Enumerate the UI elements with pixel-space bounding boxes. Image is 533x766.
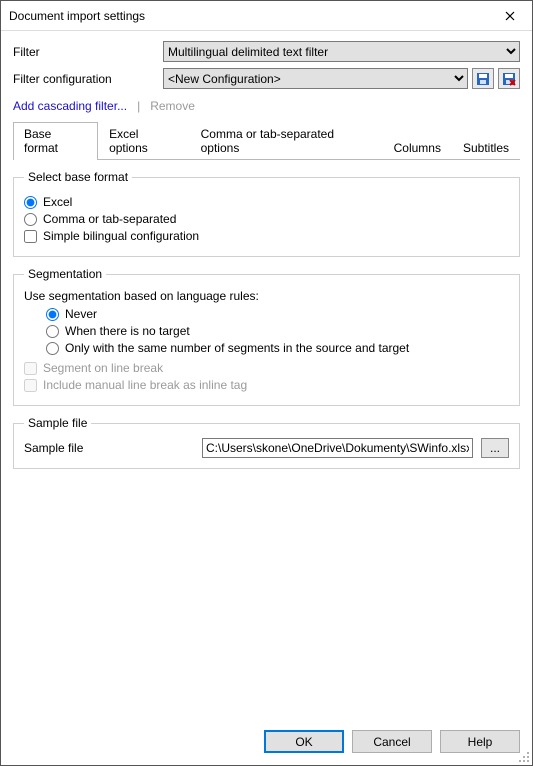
- link-separator: |: [137, 99, 140, 113]
- checkbox-inline-tag-label: Include manual line break as inline tag: [43, 378, 247, 392]
- add-cascading-filter-link[interactable]: Add cascading filter...: [13, 99, 127, 113]
- sample-file-label: Sample file: [24, 441, 194, 455]
- radio-comma[interactable]: [24, 213, 37, 226]
- close-button[interactable]: [488, 1, 532, 31]
- checkbox-simple-bilingual-row[interactable]: Simple bilingual configuration: [24, 229, 509, 243]
- checkbox-seg-linebreak-row: Segment on line break: [24, 361, 509, 375]
- save-config-button[interactable]: [472, 68, 494, 89]
- radio-same-segments-label: Only with the same number of segments in…: [65, 341, 409, 355]
- radio-comma-row[interactable]: Comma or tab-separated: [24, 212, 509, 226]
- browse-button-label: ...: [490, 441, 500, 455]
- radio-excel[interactable]: [24, 196, 37, 209]
- filter-config-label: Filter configuration: [13, 72, 163, 86]
- checkbox-inline-tag: [24, 379, 37, 392]
- sample-file-legend: Sample file: [24, 416, 91, 430]
- checkbox-inline-tag-row: Include manual line break as inline tag: [24, 378, 509, 392]
- radio-comma-label: Comma or tab-separated: [43, 212, 176, 226]
- base-format-fieldset: Select base format Excel Comma or tab-se…: [13, 170, 520, 257]
- close-icon: [505, 11, 515, 21]
- base-format-legend: Select base format: [24, 170, 132, 184]
- checkbox-seg-linebreak-label: Segment on line break: [43, 361, 163, 375]
- tabs: Base format Excel options Comma or tab-s…: [13, 121, 520, 160]
- filter-config-combo[interactable]: <New Configuration>: [163, 68, 468, 89]
- checkbox-simple-bilingual-label: Simple bilingual configuration: [43, 229, 199, 243]
- tab-base-format[interactable]: Base format: [13, 122, 98, 160]
- radio-no-target-label: When there is no target: [65, 324, 190, 338]
- radio-never-label: Never: [65, 307, 97, 321]
- segmentation-fieldset: Segmentation Use segmentation based on l…: [13, 267, 520, 406]
- radio-never-row[interactable]: Never: [46, 307, 509, 321]
- window-title: Document import settings: [9, 9, 488, 23]
- tab-comma-tab-options[interactable]: Comma or tab-separated options: [190, 122, 383, 160]
- checkbox-seg-linebreak: [24, 362, 37, 375]
- delete-config-button[interactable]: [498, 68, 520, 89]
- sample-file-fieldset: Sample file Sample file ...: [13, 416, 520, 469]
- filter-config-row: Filter configuration <New Configuration>: [13, 68, 520, 89]
- radio-no-target-row[interactable]: When there is no target: [46, 324, 509, 338]
- sample-file-input[interactable]: [202, 438, 473, 458]
- radio-excel-row[interactable]: Excel: [24, 195, 509, 209]
- tab-subtitles[interactable]: Subtitles: [452, 136, 520, 160]
- radio-excel-label: Excel: [43, 195, 72, 209]
- browse-button[interactable]: ...: [481, 438, 509, 458]
- remove-cascading-filter-link: Remove: [150, 99, 195, 113]
- radio-same-segments[interactable]: [46, 342, 59, 355]
- filter-row: Filter Multilingual delimited text filte…: [13, 41, 520, 62]
- cancel-button[interactable]: Cancel: [352, 730, 432, 753]
- radio-same-segments-row[interactable]: Only with the same number of segments in…: [46, 341, 509, 355]
- help-button[interactable]: Help: [440, 730, 520, 753]
- footer: OK Cancel Help: [1, 722, 532, 765]
- filter-combo[interactable]: Multilingual delimited text filter: [163, 41, 520, 62]
- segmentation-intro: Use segmentation based on language rules…: [24, 289, 509, 303]
- floppy-save-icon: [476, 72, 490, 86]
- filter-label: Filter: [13, 45, 163, 59]
- radio-never[interactable]: [46, 308, 59, 321]
- floppy-delete-icon: [502, 72, 516, 86]
- tab-columns[interactable]: Columns: [383, 136, 452, 160]
- radio-no-target[interactable]: [46, 325, 59, 338]
- cascading-links-row: Add cascading filter... | Remove: [13, 99, 520, 113]
- tab-excel-options[interactable]: Excel options: [98, 122, 190, 160]
- segmentation-legend: Segmentation: [24, 267, 106, 281]
- ok-button[interactable]: OK: [264, 730, 344, 753]
- titlebar: Document import settings: [1, 1, 532, 31]
- spacer: [13, 479, 520, 714]
- content-area: Filter Multilingual delimited text filte…: [1, 31, 532, 722]
- checkbox-simple-bilingual[interactable]: [24, 230, 37, 243]
